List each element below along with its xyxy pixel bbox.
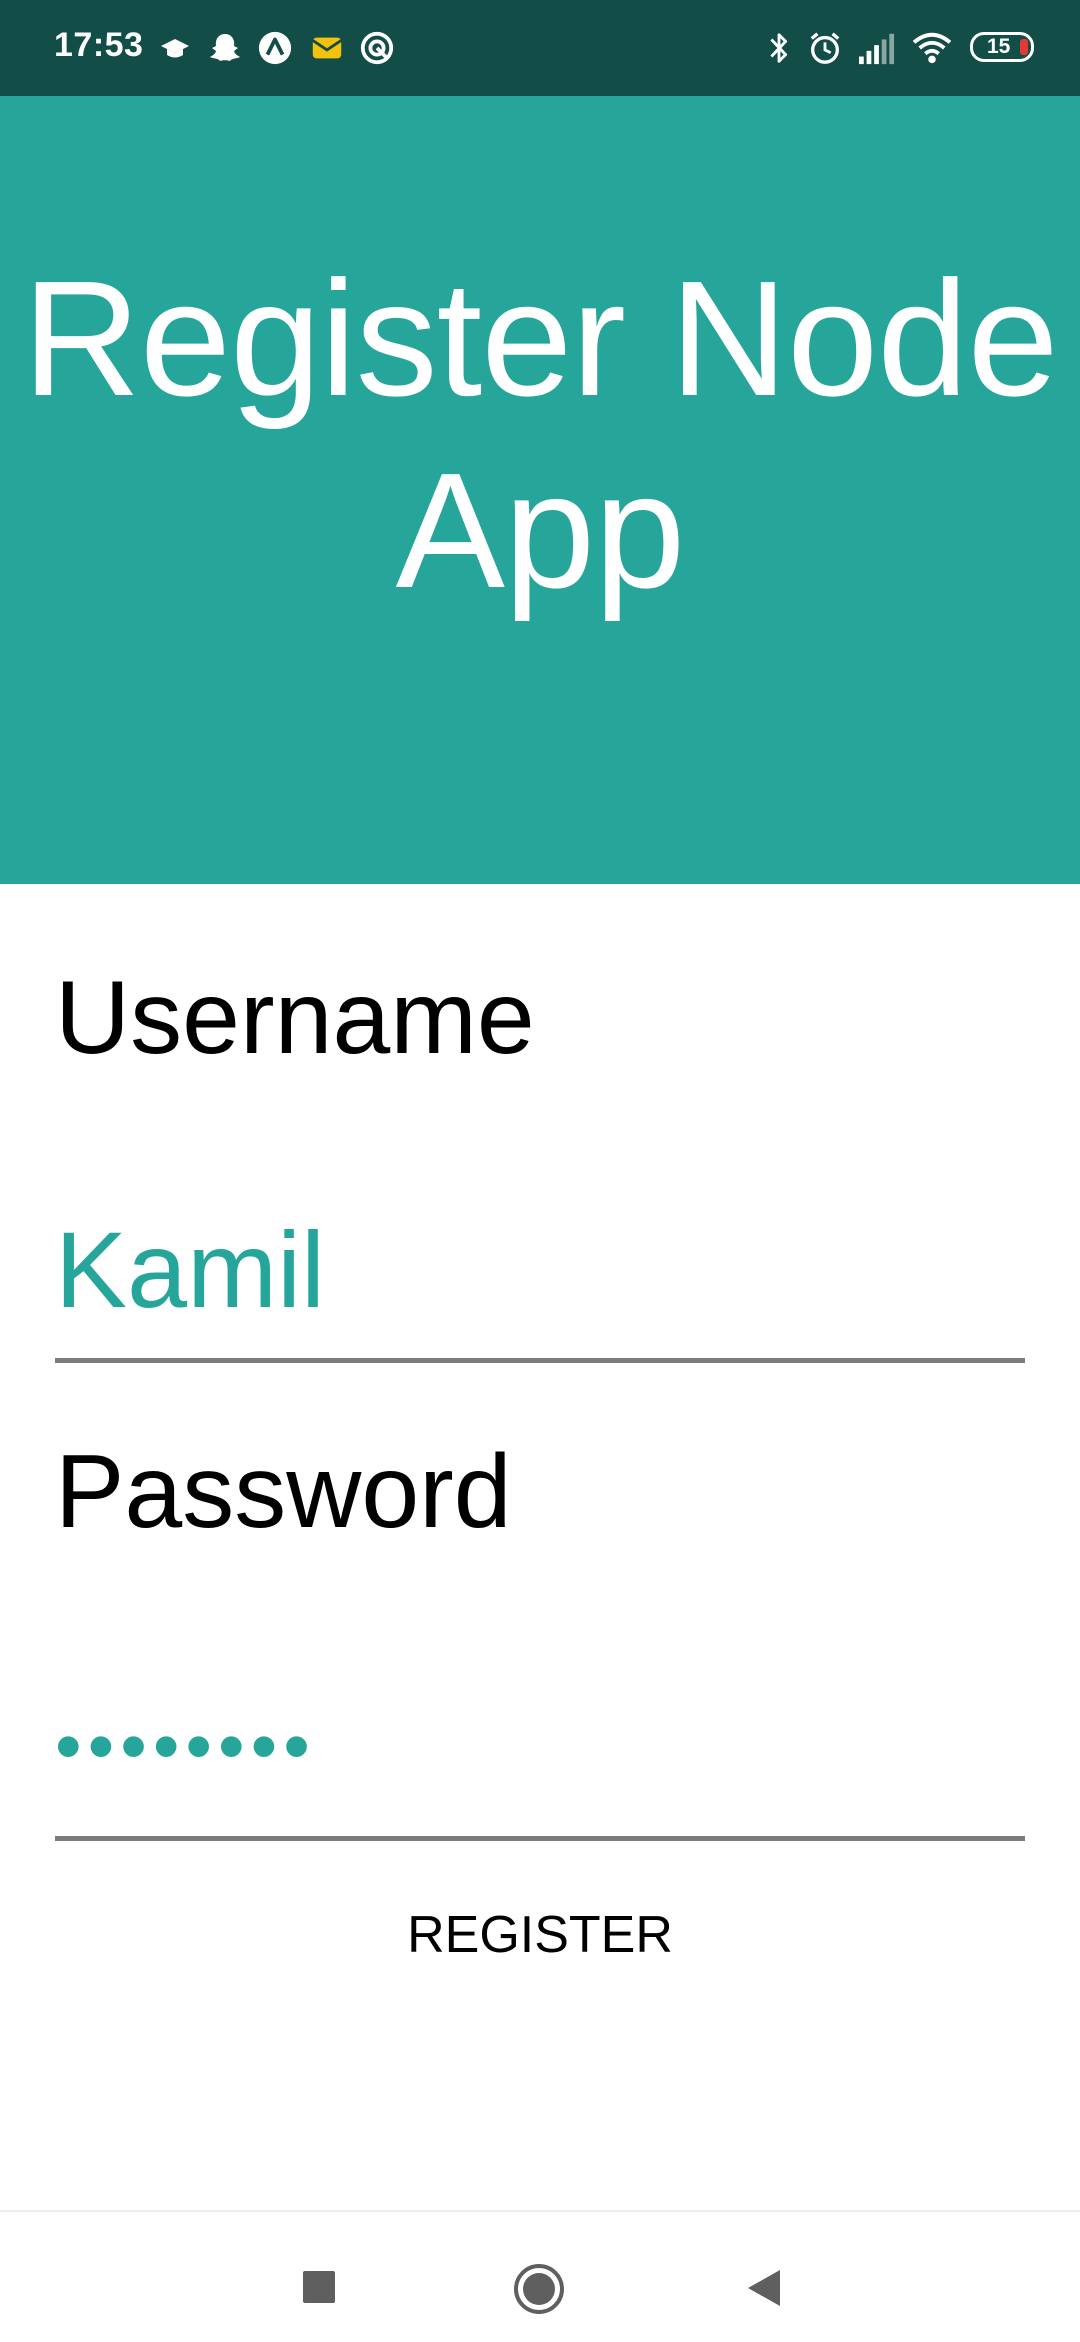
bluetooth-icon bbox=[770, 33, 788, 63]
arrow-icon bbox=[258, 31, 292, 65]
recents-icon[interactable] bbox=[302, 2270, 336, 2304]
signal-icon bbox=[859, 33, 895, 65]
alarm-icon bbox=[810, 32, 840, 64]
app-icon bbox=[360, 31, 394, 65]
password-label: Password bbox=[55, 1434, 512, 1550]
home-icon[interactable] bbox=[512, 2262, 566, 2316]
navigation-bar bbox=[0, 2210, 1080, 2342]
status-time: 17:53 bbox=[54, 26, 144, 64]
battery-level: 15 bbox=[987, 35, 1011, 58]
mail-icon bbox=[312, 37, 342, 59]
username-input[interactable] bbox=[55, 1180, 1025, 1363]
graduation-cap-icon bbox=[161, 39, 189, 58]
app-header: Register Node App bbox=[0, 96, 1080, 884]
battery-icon: 15 bbox=[970, 32, 1034, 62]
page-title: Register Node App bbox=[22, 247, 1058, 622]
password-input[interactable] bbox=[55, 1656, 1025, 1841]
snapchat-icon bbox=[210, 34, 240, 61]
wifi-icon bbox=[912, 32, 952, 64]
username-label: Username bbox=[55, 960, 535, 1076]
back-icon[interactable] bbox=[744, 2268, 782, 2308]
register-button[interactable]: REGISTER bbox=[340, 1890, 740, 1980]
status-bar: 17:53 15 bbox=[0, 0, 1080, 96]
